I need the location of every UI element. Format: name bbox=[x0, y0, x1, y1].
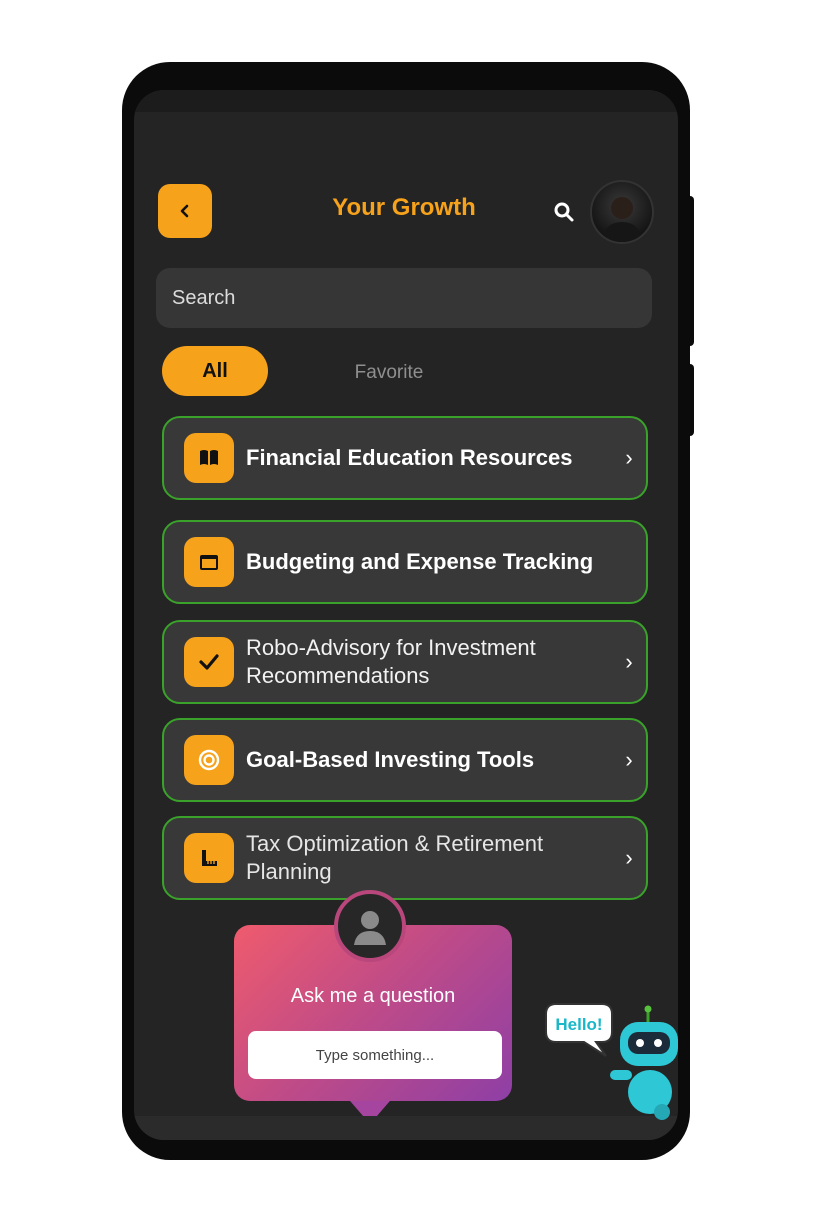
hello-text: Hello! bbox=[555, 1015, 602, 1034]
assistant-avatar bbox=[334, 890, 406, 962]
chevron-right-icon: › bbox=[625, 845, 633, 870]
menu-item-label: Robo-Advisory for Investment Recommendat… bbox=[246, 635, 536, 688]
tab-favorite[interactable]: Favorite bbox=[324, 362, 454, 384]
user-avatar[interactable] bbox=[590, 180, 654, 244]
chevron-right-icon: › bbox=[625, 649, 633, 674]
back-button[interactable] bbox=[158, 184, 212, 238]
robot-icon bbox=[610, 1005, 678, 1120]
menu-item-goal-investing[interactable]: Goal-Based Investing Tools › bbox=[162, 718, 648, 802]
side-button bbox=[686, 364, 694, 436]
menu-item-financial-education[interactable]: Financial Education Resources › bbox=[162, 416, 648, 500]
menu-item-label: Financial Education Resources bbox=[246, 445, 573, 470]
book-icon bbox=[184, 433, 234, 483]
chevron-right-icon: › bbox=[625, 445, 633, 470]
page-title: Your Growth bbox=[332, 194, 476, 221]
ruler-icon bbox=[184, 833, 234, 883]
chatbot-mascot[interactable]: Hello! bbox=[540, 1002, 690, 1120]
tab-all[interactable]: All bbox=[162, 346, 268, 396]
search-bar[interactable] bbox=[156, 268, 652, 328]
wallet-icon bbox=[184, 537, 234, 587]
menu-item-label: Budgeting and Expense Tracking bbox=[246, 549, 594, 574]
checkmark-icon bbox=[184, 637, 234, 687]
side-button bbox=[686, 196, 694, 346]
question-input[interactable] bbox=[248, 1031, 502, 1079]
chevron-right-icon: › bbox=[625, 747, 633, 772]
menu-item-tax-optimization[interactable]: Tax Optimization & Retirement Planning › bbox=[162, 816, 648, 900]
menu-item-budgeting[interactable]: Budgeting and Expense Tracking bbox=[162, 520, 648, 604]
menu-item-label: Goal-Based Investing Tools bbox=[246, 747, 535, 772]
app-screen: Your Growth All Favorite bbox=[134, 90, 678, 1140]
assistant-prompt: Ask me a question bbox=[290, 985, 456, 1007]
menu-item-label: Tax Optimization & Retirement Planning bbox=[246, 831, 544, 884]
status-strip bbox=[134, 90, 678, 112]
search-input[interactable] bbox=[170, 285, 652, 311]
target-icon bbox=[184, 735, 234, 785]
user-photo bbox=[602, 196, 642, 242]
phone-frame: Your Growth All Favorite bbox=[122, 62, 694, 1160]
hello-bubble: Hello! bbox=[545, 1003, 613, 1057]
search-icon[interactable] bbox=[552, 200, 576, 224]
person-icon bbox=[354, 911, 386, 945]
menu-item-robo-advisory[interactable]: Robo-Advisory for Investment Recommendat… bbox=[162, 620, 648, 704]
chevron-left-icon bbox=[180, 204, 189, 218]
